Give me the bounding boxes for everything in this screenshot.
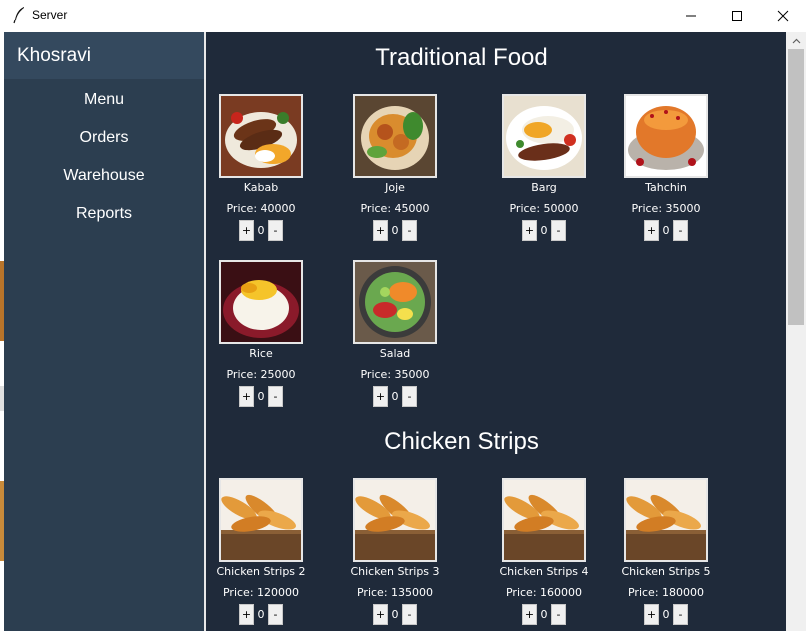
item-price: Price: 50000: [509, 202, 579, 215]
item-price: Price: 35000: [631, 202, 701, 215]
item-price: Price: 45000: [360, 202, 430, 215]
increase-button[interactable]: +: [373, 604, 388, 625]
item-name: Kabab: [243, 181, 279, 194]
increase-button[interactable]: +: [522, 220, 537, 241]
decrease-button[interactable]: -: [673, 604, 688, 625]
scroll-thumb[interactable]: [788, 49, 804, 325]
item-price: Price: 25000: [226, 368, 296, 381]
item-price: Price: 180000: [627, 586, 705, 599]
close-icon: [777, 10, 789, 21]
decrease-button[interactable]: -: [551, 220, 566, 241]
decrease-button[interactable]: -: [268, 604, 283, 625]
quantity-control: + 0 -: [340, 604, 450, 625]
decrease-button[interactable]: -: [268, 220, 283, 241]
quantity-control: + 0 -: [611, 220, 721, 241]
maximize-icon: [732, 10, 742, 21]
increase-button[interactable]: +: [644, 220, 659, 241]
quantity-control: + 0 -: [489, 604, 599, 625]
quantity-value: 0: [391, 608, 399, 621]
increase-button[interactable]: +: [373, 386, 388, 407]
feather-icon: [13, 7, 24, 24]
decrease-button[interactable]: -: [402, 386, 417, 407]
minimize-button[interactable]: [668, 0, 714, 31]
item-name: Chicken Strips 2: [216, 565, 306, 578]
rice-image: [219, 260, 303, 344]
chicken-strips-image: [502, 478, 586, 562]
section-title-traditional: Traditional Food: [375, 44, 548, 71]
joje-image: [353, 94, 437, 178]
sidebar-item-reports[interactable]: Reports: [4, 195, 204, 233]
sidebar: Khosravi Menu Orders Warehouse Reports: [4, 32, 204, 631]
item-price: Price: 40000: [226, 202, 296, 215]
quantity-value: 0: [540, 608, 548, 621]
salad-image: [353, 260, 437, 344]
sidebar-item-menu[interactable]: Menu: [4, 81, 204, 119]
quantity-value: 0: [391, 390, 399, 403]
item-price: Price: 135000: [356, 586, 434, 599]
title-bar: Server: [0, 0, 806, 31]
scroll-up-button[interactable]: [786, 32, 806, 49]
increase-button[interactable]: +: [239, 604, 254, 625]
item-name: Barg: [531, 181, 557, 194]
item-price: Price: 35000: [360, 368, 430, 381]
quantity-control: + 0 -: [611, 604, 721, 625]
decrease-button[interactable]: -: [402, 604, 417, 625]
increase-button[interactable]: +: [522, 604, 537, 625]
vertical-scrollbar[interactable]: [786, 32, 806, 631]
increase-button[interactable]: +: [239, 386, 254, 407]
quantity-value: 0: [540, 224, 548, 237]
item-name: Chicken Strips 4: [499, 565, 589, 578]
quantity-control: + 0 -: [206, 386, 316, 407]
chicken-strips-image: [219, 478, 303, 562]
quantity-value: 0: [662, 608, 670, 621]
minimize-icon: [686, 15, 696, 16]
decrease-button[interactable]: -: [268, 386, 283, 407]
item-name: Salad: [379, 347, 411, 360]
maximize-button[interactable]: [714, 0, 760, 31]
item-price: Price: 160000: [505, 586, 583, 599]
quantity-value: 0: [257, 224, 265, 237]
quantity-value: 0: [391, 224, 399, 237]
menu-content: Traditional Food Kabab Price: 40000 + 0 …: [206, 32, 786, 631]
item-price: Price: 120000: [222, 586, 300, 599]
chicken-strips-image: [353, 478, 437, 562]
sidebar-header: Khosravi: [4, 32, 204, 79]
sidebar-item-orders[interactable]: Orders: [4, 119, 204, 157]
close-button[interactable]: [760, 0, 806, 31]
chicken-strips-image: [624, 478, 708, 562]
quantity-control: + 0 -: [206, 220, 316, 241]
tahchin-image: [624, 94, 708, 178]
increase-button[interactable]: +: [373, 220, 388, 241]
decrease-button[interactable]: -: [402, 220, 417, 241]
kabab-image: [219, 94, 303, 178]
quantity-control: + 0 -: [340, 386, 450, 407]
section-title-chicken-strips: Chicken Strips: [384, 428, 539, 455]
item-name: Chicken Strips 3: [350, 565, 440, 578]
quantity-value: 0: [662, 224, 670, 237]
quantity-value: 0: [257, 390, 265, 403]
increase-button[interactable]: +: [644, 604, 659, 625]
item-name: Tahchin: [645, 181, 687, 194]
sidebar-item-warehouse[interactable]: Warehouse: [4, 157, 204, 195]
quantity-control: + 0 -: [489, 220, 599, 241]
quantity-value: 0: [257, 608, 265, 621]
item-name: Rice: [249, 347, 273, 360]
decrease-button[interactable]: -: [673, 220, 688, 241]
decrease-button[interactable]: -: [551, 604, 566, 625]
quantity-control: + 0 -: [340, 220, 450, 241]
quantity-control: + 0 -: [206, 604, 316, 625]
increase-button[interactable]: +: [239, 220, 254, 241]
window-title: Server: [32, 8, 68, 22]
item-name: Chicken Strips 5: [621, 565, 711, 578]
barg-image: [502, 94, 586, 178]
chevron-up-icon: [792, 38, 800, 43]
item-name: Joje: [385, 181, 405, 194]
